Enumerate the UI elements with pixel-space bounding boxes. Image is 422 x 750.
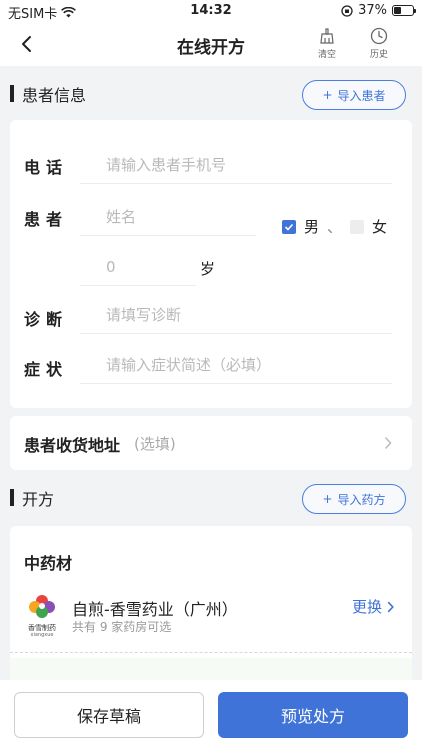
chevron-right-icon bbox=[384, 436, 392, 450]
age-unit: 岁 bbox=[200, 260, 216, 278]
save-draft-button[interactable]: 保存草稿 bbox=[14, 692, 204, 738]
check-icon bbox=[284, 223, 294, 231]
provider-logo: 香雪制药 xiangxue bbox=[22, 594, 62, 638]
symptom-label: 症状 bbox=[24, 360, 69, 379]
page-title: 在线开方 bbox=[177, 38, 245, 58]
import-patient-label: 导入患者 bbox=[337, 88, 386, 103]
nav-bar: 在线开方 清空 历史 bbox=[0, 22, 422, 66]
status-right: 37% bbox=[341, 3, 416, 18]
flower-logo-icon bbox=[29, 595, 55, 618]
import-prescription-button[interactable]: + 导入药方 bbox=[302, 484, 406, 514]
clock-icon bbox=[370, 27, 388, 45]
patient-name-input[interactable] bbox=[80, 198, 256, 236]
broom-icon bbox=[320, 28, 334, 44]
gender-selector: 男 、 女 bbox=[282, 216, 387, 237]
plus-icon: + bbox=[322, 492, 333, 506]
provider-subtitle: 共有 9 家药房可选 bbox=[72, 620, 172, 634]
plus-icon: + bbox=[322, 88, 333, 102]
change-label: 更换 bbox=[351, 598, 382, 616]
battery-icon bbox=[392, 5, 416, 16]
patient-section-header: 患者信息 + 导入患者 bbox=[0, 68, 422, 118]
section-marker bbox=[10, 489, 14, 506]
address-optional: (选填) bbox=[134, 435, 176, 453]
history-label: 历史 bbox=[369, 50, 388, 60]
female-label: 女 bbox=[372, 218, 388, 236]
female-checkbox[interactable] bbox=[350, 219, 365, 234]
male-checkbox[interactable] bbox=[282, 219, 296, 234]
herbal-title: 中药材 bbox=[24, 554, 73, 573]
section-marker bbox=[10, 85, 14, 102]
patient-label: 患者 bbox=[24, 210, 69, 229]
history-button[interactable]: 历史 bbox=[362, 27, 396, 60]
age-input[interactable] bbox=[80, 248, 196, 286]
preview-prescription-button[interactable]: 预览处方 bbox=[218, 692, 408, 738]
prescription-section-header: 开方 + 导入药方 bbox=[0, 472, 422, 522]
male-label: 男 bbox=[304, 218, 320, 236]
divider bbox=[10, 652, 412, 653]
clear-button[interactable]: 清空 bbox=[310, 27, 344, 60]
battery-percent: 37% bbox=[358, 3, 387, 18]
logo-subtext: xiangxue bbox=[30, 632, 54, 638]
import-patient-button[interactable]: + 导入患者 bbox=[302, 80, 406, 110]
diagnosis-input[interactable] bbox=[80, 296, 392, 334]
gender-separator: 、 bbox=[327, 218, 343, 236]
diagnosis-label: 诊断 bbox=[24, 310, 69, 329]
logo-text: 香雪制药 bbox=[28, 624, 56, 632]
import-prescription-label: 导入药方 bbox=[337, 492, 386, 507]
change-provider-button[interactable]: 更换 bbox=[352, 596, 394, 617]
provider-name: 自煎-香雪药业（广州） bbox=[72, 600, 238, 619]
chevron-right-icon bbox=[387, 601, 394, 612]
bottom-action-bar: 保存草稿 预览处方 bbox=[0, 680, 422, 750]
phone-label: 电话 bbox=[24, 158, 69, 177]
orientation-lock-icon bbox=[341, 4, 353, 17]
shipping-address-row[interactable]: 患者收货地址 (选填) bbox=[10, 416, 412, 470]
clear-label: 清空 bbox=[317, 50, 336, 60]
status-bar: 无SIM卡 14:32 37% bbox=[0, 0, 422, 22]
address-label: 患者收货地址 bbox=[24, 436, 121, 455]
patient-section-title: 患者信息 bbox=[22, 86, 87, 105]
symptom-input[interactable] bbox=[80, 346, 392, 384]
prescription-section-title: 开方 bbox=[22, 490, 55, 509]
herbal-card: 中药材 香雪制药 xiangxue 自煎-香雪药业（广州） 共有 9 家药房可选… bbox=[10, 526, 412, 686]
patient-info-card: 电话 患者 男 、 女 岁 诊断 症状 bbox=[10, 120, 412, 408]
phone-input[interactable] bbox=[80, 146, 392, 184]
